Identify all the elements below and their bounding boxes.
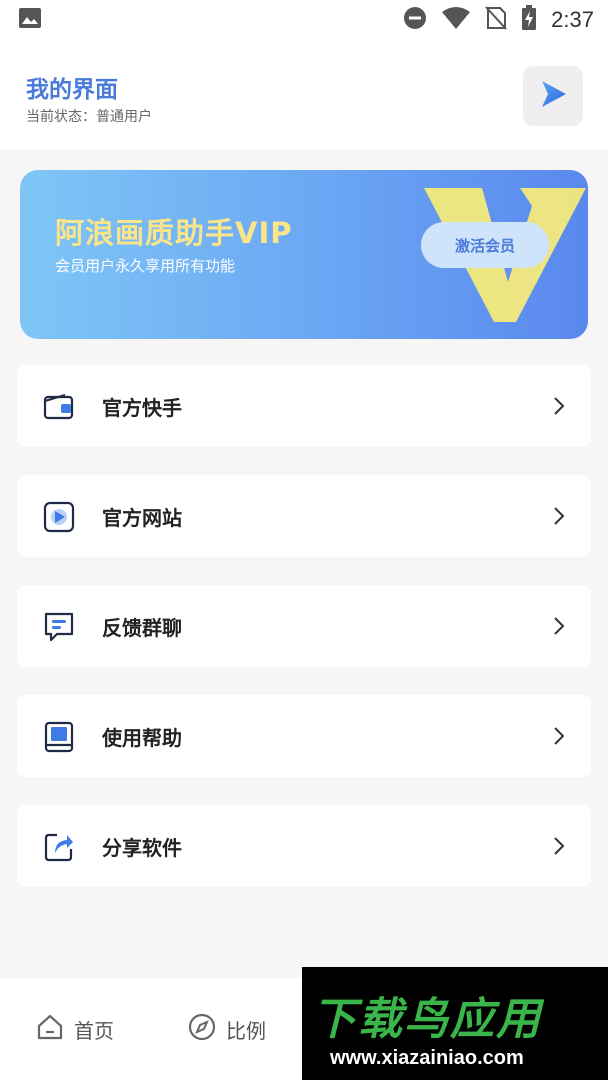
wallet-icon <box>43 391 75 423</box>
nav-item-ratio[interactable]: 比例 <box>188 1013 266 1046</box>
wifi-icon <box>441 6 471 34</box>
chevron-right-icon <box>553 836 565 860</box>
dnd-icon <box>403 6 427 34</box>
chat-icon <box>43 611 75 643</box>
status-bar: 2:37 <box>0 0 608 40</box>
menu-item-label: 反馈群聊 <box>102 615 182 640</box>
vip-description: 会员用户永久享用所有功能 <box>55 257 236 275</box>
watermark-logo: 下载鸟应用 <box>312 994 542 1045</box>
menu-item-label: 分享软件 <box>102 835 182 860</box>
user-status-text: 当前状态：普通用户 <box>26 109 152 125</box>
share-icon <box>43 831 75 863</box>
chevron-right-icon <box>553 396 565 420</box>
page-title: 我的界面 <box>26 77 118 103</box>
watermark: 下载鸟应用 www.xiazainiao.com <box>302 967 608 1080</box>
vip-title: 阿浪画质助手VIP <box>55 216 293 250</box>
menu-item-label: 官方网站 <box>102 505 182 530</box>
menu-item-official-kuaishou[interactable]: 官方快手 <box>17 365 591 447</box>
menu-item-official-website[interactable]: 官方网站 <box>17 475 591 557</box>
menu-item-share-app[interactable]: 分享软件 <box>17 805 591 887</box>
compass-icon <box>188 1013 216 1046</box>
activate-vip-button[interactable]: 激活会员 <box>421 222 549 268</box>
menu-item-usage-help[interactable]: 使用帮助 <box>17 695 591 777</box>
nav-item-home[interactable]: 首页 <box>36 1013 114 1046</box>
chevron-right-icon <box>553 506 565 530</box>
chevron-right-icon <box>553 616 565 640</box>
menu-item-label: 官方快手 <box>102 395 182 420</box>
video-icon <box>43 501 75 533</box>
battery-charging-icon <box>521 5 537 35</box>
nav-item-label: 比例 <box>226 1019 266 1043</box>
image-icon <box>18 7 42 33</box>
watermark-url: www.xiazainiao.com <box>330 1047 524 1069</box>
vip-banner[interactable]: 阿浪画质助手VIP 会员用户永久享用所有功能 激活会员 <box>20 170 588 339</box>
header: 我的界面 当前状态：普通用户 <box>0 40 608 150</box>
nav-item-label: 首页 <box>74 1019 114 1043</box>
home-icon <box>36 1013 64 1046</box>
book-icon <box>43 721 75 753</box>
play-button[interactable] <box>523 66 583 126</box>
play-icon <box>538 79 568 113</box>
clock: 2:37 <box>551 7 594 32</box>
menu-item-label: 使用帮助 <box>102 725 182 750</box>
no-sim-icon <box>485 6 507 34</box>
menu-item-feedback-group[interactable]: 反馈群聊 <box>17 585 591 667</box>
chevron-right-icon <box>553 726 565 750</box>
